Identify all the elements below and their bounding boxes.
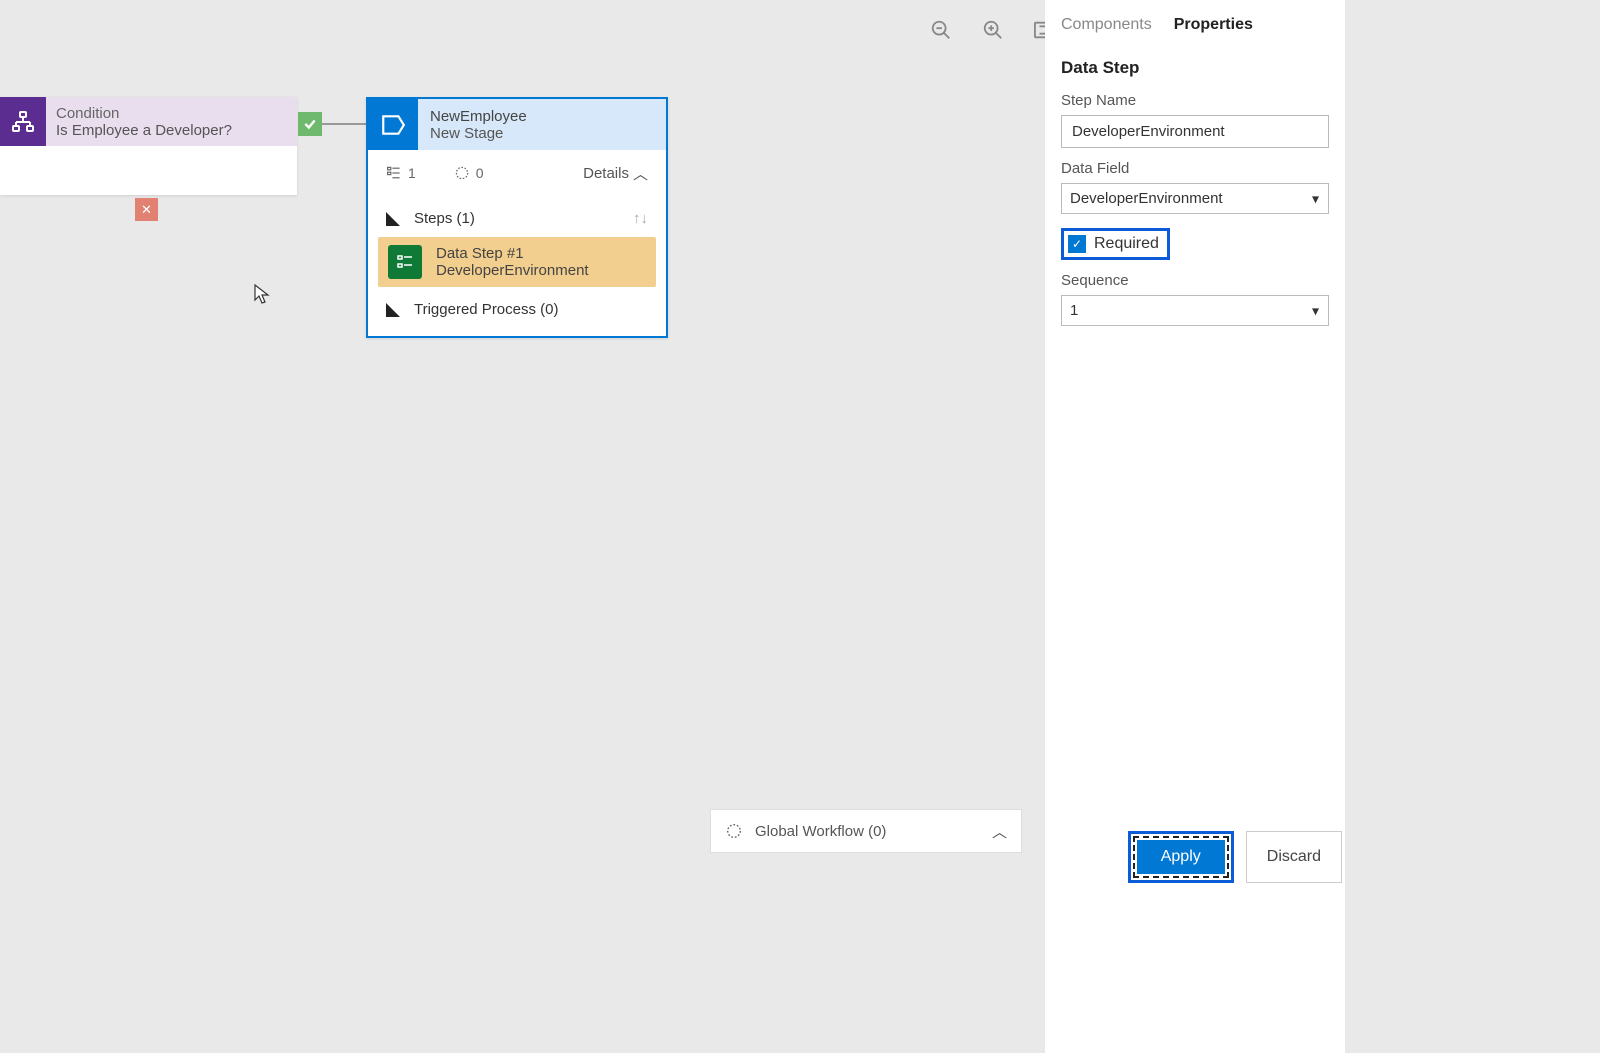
condition-icon [0,97,46,146]
cursor-icon [254,284,272,311]
apply-button-highlight: Apply [1128,831,1234,883]
condition-false-connector[interactable]: ✕ [135,198,158,221]
stage-header: NewEmployee New Stage [368,99,666,150]
stage-details-toggle[interactable]: Details ︿ [583,163,648,184]
stage-entity-label: NewEmployee [430,108,654,125]
zoom-out-icon[interactable] [929,18,953,42]
data-step-item[interactable]: Data Step #1 DeveloperEnvironment [378,237,656,287]
step-name-label: Step Name [1061,92,1329,109]
canvas-area[interactable]: Condition Is Employee a Developer? ✕ New… [0,0,1045,1053]
properties-panel: Components Properties Data Step Step Nam… [1045,0,1345,1053]
chevron-up-icon[interactable]: ︿ [992,821,1007,842]
condition-type-label: Condition [56,105,287,122]
triggered-process-label: Triggered Process (0) [414,301,559,318]
stage-node[interactable]: NewEmployee New Stage 1 0 Details ︿ Step… [366,97,668,338]
reorder-arrows-icon[interactable]: ↑↓ [633,210,648,227]
stage-labels: NewEmployee New Stage [418,99,666,150]
steps-header-row[interactable]: Steps (1) ↑↓ [378,204,656,233]
stage-steps-section: Steps (1) ↑↓ Data Step #1 DeveloperEnvir… [368,196,666,336]
required-label: Required [1094,235,1159,253]
data-step-text: Data Step #1 DeveloperEnvironment [436,245,589,279]
connector-line [322,123,366,125]
canvas-toolbar [929,18,1057,42]
section-title: Data Step [1061,58,1329,78]
sequence-select[interactable]: 1 [1061,295,1329,326]
data-step-title: Data Step #1 [436,245,589,262]
sequence-label: Sequence [1061,272,1329,289]
panel-footer: Apply Discard [1128,831,1342,883]
tab-properties[interactable]: Properties [1174,12,1253,38]
panel-tabs: Components Properties [1061,12,1329,38]
step-name-input[interactable] [1061,115,1329,148]
global-workflow-bar[interactable]: Global Workflow (0) ︿ [710,809,1022,853]
checkbox-checked-icon[interactable]: ✓ [1068,235,1086,253]
data-field-select[interactable]: DeveloperEnvironment [1061,183,1329,214]
stage-name-label: New Stage [430,125,654,142]
data-step-field: DeveloperEnvironment [436,262,589,279]
condition-node[interactable]: Condition Is Employee a Developer? [0,97,297,195]
condition-name-label: Is Employee a Developer? [56,122,287,139]
workflow-icon [725,822,743,840]
triggered-process-row[interactable]: Triggered Process (0) [378,291,656,328]
stage-icon [368,99,418,150]
chevron-up-icon: ︿ [633,163,648,184]
condition-labels: Condition Is Employee a Developer? [46,97,297,146]
condition-true-connector[interactable] [298,112,322,136]
condition-header: Condition Is Employee a Developer? [0,97,297,146]
stage-workflow-count: 0 [454,165,484,181]
steps-count-label: Steps (1) [414,210,475,227]
apply-button[interactable]: Apply [1137,840,1225,874]
stage-steps-count: 1 [386,165,416,181]
zoom-in-icon[interactable] [981,18,1005,42]
tab-components[interactable]: Components [1061,12,1152,38]
data-step-icon [388,245,422,279]
stage-stats-row: 1 0 Details ︿ [368,150,666,196]
global-workflow-label: Global Workflow (0) [755,823,886,840]
triangle-icon [386,212,400,226]
triangle-icon [386,303,400,317]
data-field-label: Data Field [1061,160,1329,177]
discard-button[interactable]: Discard [1246,831,1342,883]
required-checkbox-row[interactable]: ✓ Required [1061,228,1170,260]
condition-body [0,146,297,195]
